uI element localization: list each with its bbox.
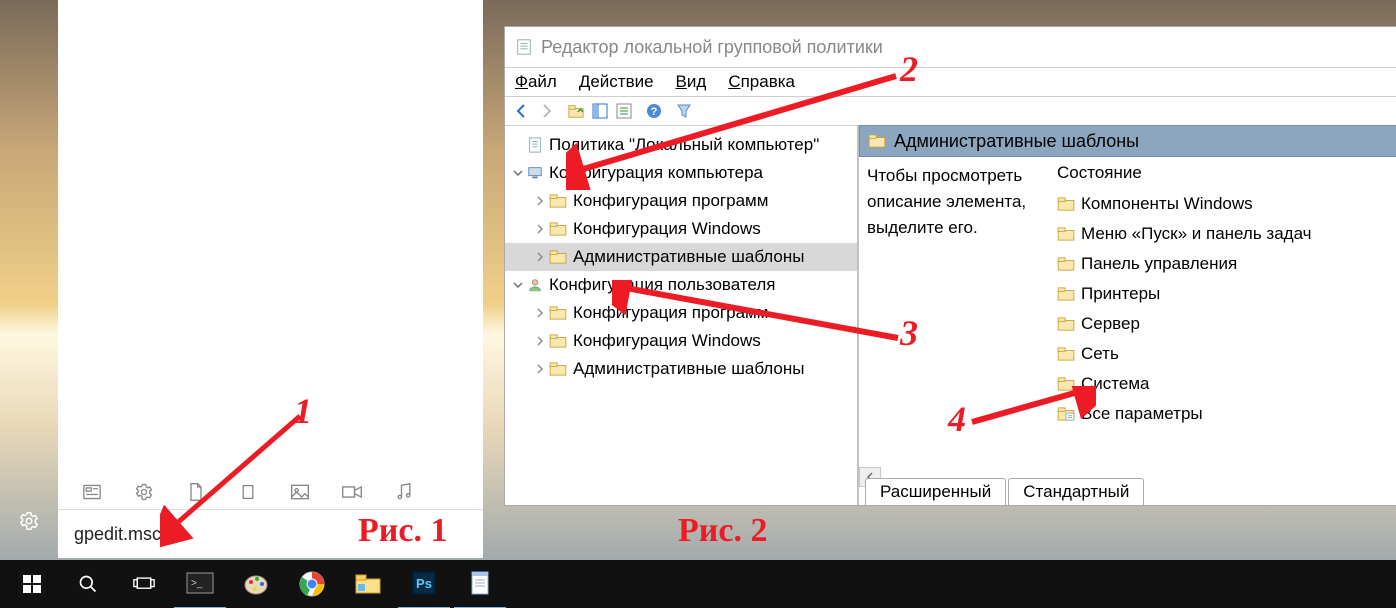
tree-node[interactable]: Административные шаблоны (505, 355, 857, 383)
list-item[interactable]: Все параметры (1057, 399, 1389, 429)
folder-icon (868, 134, 886, 148)
figure-label-1: Рис. 1 (358, 512, 447, 550)
navigation-tree[interactable]: Политика "Локальный компьютер"Конфигурац… (505, 125, 859, 505)
windows-settings-icon[interactable] (18, 510, 40, 532)
taskbar-cmd-icon[interactable]: >_ (174, 559, 226, 608)
up-icon[interactable] (565, 100, 587, 122)
videos-filter-icon[interactable] (340, 480, 364, 504)
app-icon (515, 38, 533, 56)
taskbar-notepad-icon[interactable] (454, 559, 506, 608)
annotation-number-2: 2 (900, 48, 918, 90)
svg-text:?: ? (651, 106, 658, 118)
window-title: Редактор локальной групповой политики (541, 37, 883, 58)
annotation-number-4: 4 (948, 398, 966, 440)
filter-icon[interactable] (673, 100, 695, 122)
taskbar-paint-icon[interactable] (230, 560, 282, 608)
list-item[interactable]: Компоненты Windows (1057, 189, 1389, 219)
column-header-state[interactable]: Состояние (1057, 163, 1389, 183)
menu-help[interactable]: Справка (728, 72, 795, 92)
menu-action[interactable]: Действие (579, 72, 654, 92)
list-item[interactable]: Сеть (1057, 339, 1389, 369)
tree-node[interactable]: Конфигурация компьютера (505, 159, 857, 187)
photos-filter-icon[interactable] (288, 480, 312, 504)
taskbar-explorer-icon[interactable] (342, 560, 394, 608)
folders-filter-icon[interactable] (236, 480, 260, 504)
taskbar-photoshop-icon[interactable]: Ps (398, 559, 450, 608)
list-item[interactable]: Меню «Пуск» и панель задач (1057, 219, 1389, 249)
tree-node[interactable]: Политика "Локальный компьютер" (505, 131, 857, 159)
back-icon[interactable] (511, 100, 533, 122)
search-filter-icons (80, 480, 416, 504)
annotation-number-1: 1 (294, 390, 312, 432)
description-hint: Чтобы просмотреть описание элемента, выд… (867, 163, 1057, 505)
toolbar: ? (505, 97, 1396, 126)
menu-view[interactable]: Вид (676, 72, 707, 92)
tree-node[interactable]: Конфигурация программ (505, 299, 857, 327)
figure-label-2: Рис. 2 (678, 512, 767, 550)
list-item[interactable]: Панель управления (1057, 249, 1389, 279)
search-panel: gpedit.msc| (58, 0, 483, 558)
list-item[interactable]: Сервер (1057, 309, 1389, 339)
menu-file[interactable]: Файл (515, 72, 557, 92)
search-button[interactable] (62, 560, 114, 608)
taskbar: >_ Ps (0, 560, 1396, 608)
properties-icon[interactable] (613, 100, 635, 122)
taskbar-chrome-icon[interactable] (286, 560, 338, 608)
tree-node[interactable]: Конфигурация Windows (505, 327, 857, 355)
best-match-icon[interactable] (80, 480, 104, 504)
tree-node[interactable]: Конфигурация Windows (505, 215, 857, 243)
tree-node[interactable]: Конфигурация пользователя (505, 271, 857, 299)
tree-node[interactable]: Конфигурация программ (505, 187, 857, 215)
list-item[interactable]: Система (1057, 369, 1389, 399)
list-item[interactable]: Принтеры (1057, 279, 1389, 309)
tab-standard[interactable]: Стандартный (1008, 478, 1144, 505)
tab-extended[interactable]: Расширенный (865, 478, 1006, 505)
svg-text:Ps: Ps (416, 576, 432, 591)
menubar: Файл Действие Вид Справка (505, 68, 1396, 97)
svg-text:>_: >_ (191, 578, 203, 589)
window-titlebar: Редактор локальной групповой политики (505, 27, 1396, 68)
tree-node[interactable]: Административные шаблоны (505, 243, 857, 271)
task-view-button[interactable] (118, 560, 170, 608)
start-button[interactable] (6, 560, 58, 608)
forward-icon (535, 100, 557, 122)
show-hide-tree-icon[interactable] (589, 100, 611, 122)
help-icon[interactable]: ? (643, 100, 665, 122)
documents-filter-icon[interactable] (184, 480, 208, 504)
music-filter-icon[interactable] (392, 480, 416, 504)
settings-filter-icon[interactable] (132, 480, 156, 504)
annotation-number-3: 3 (900, 312, 918, 354)
detail-header: Административные шаблоны (894, 131, 1139, 152)
